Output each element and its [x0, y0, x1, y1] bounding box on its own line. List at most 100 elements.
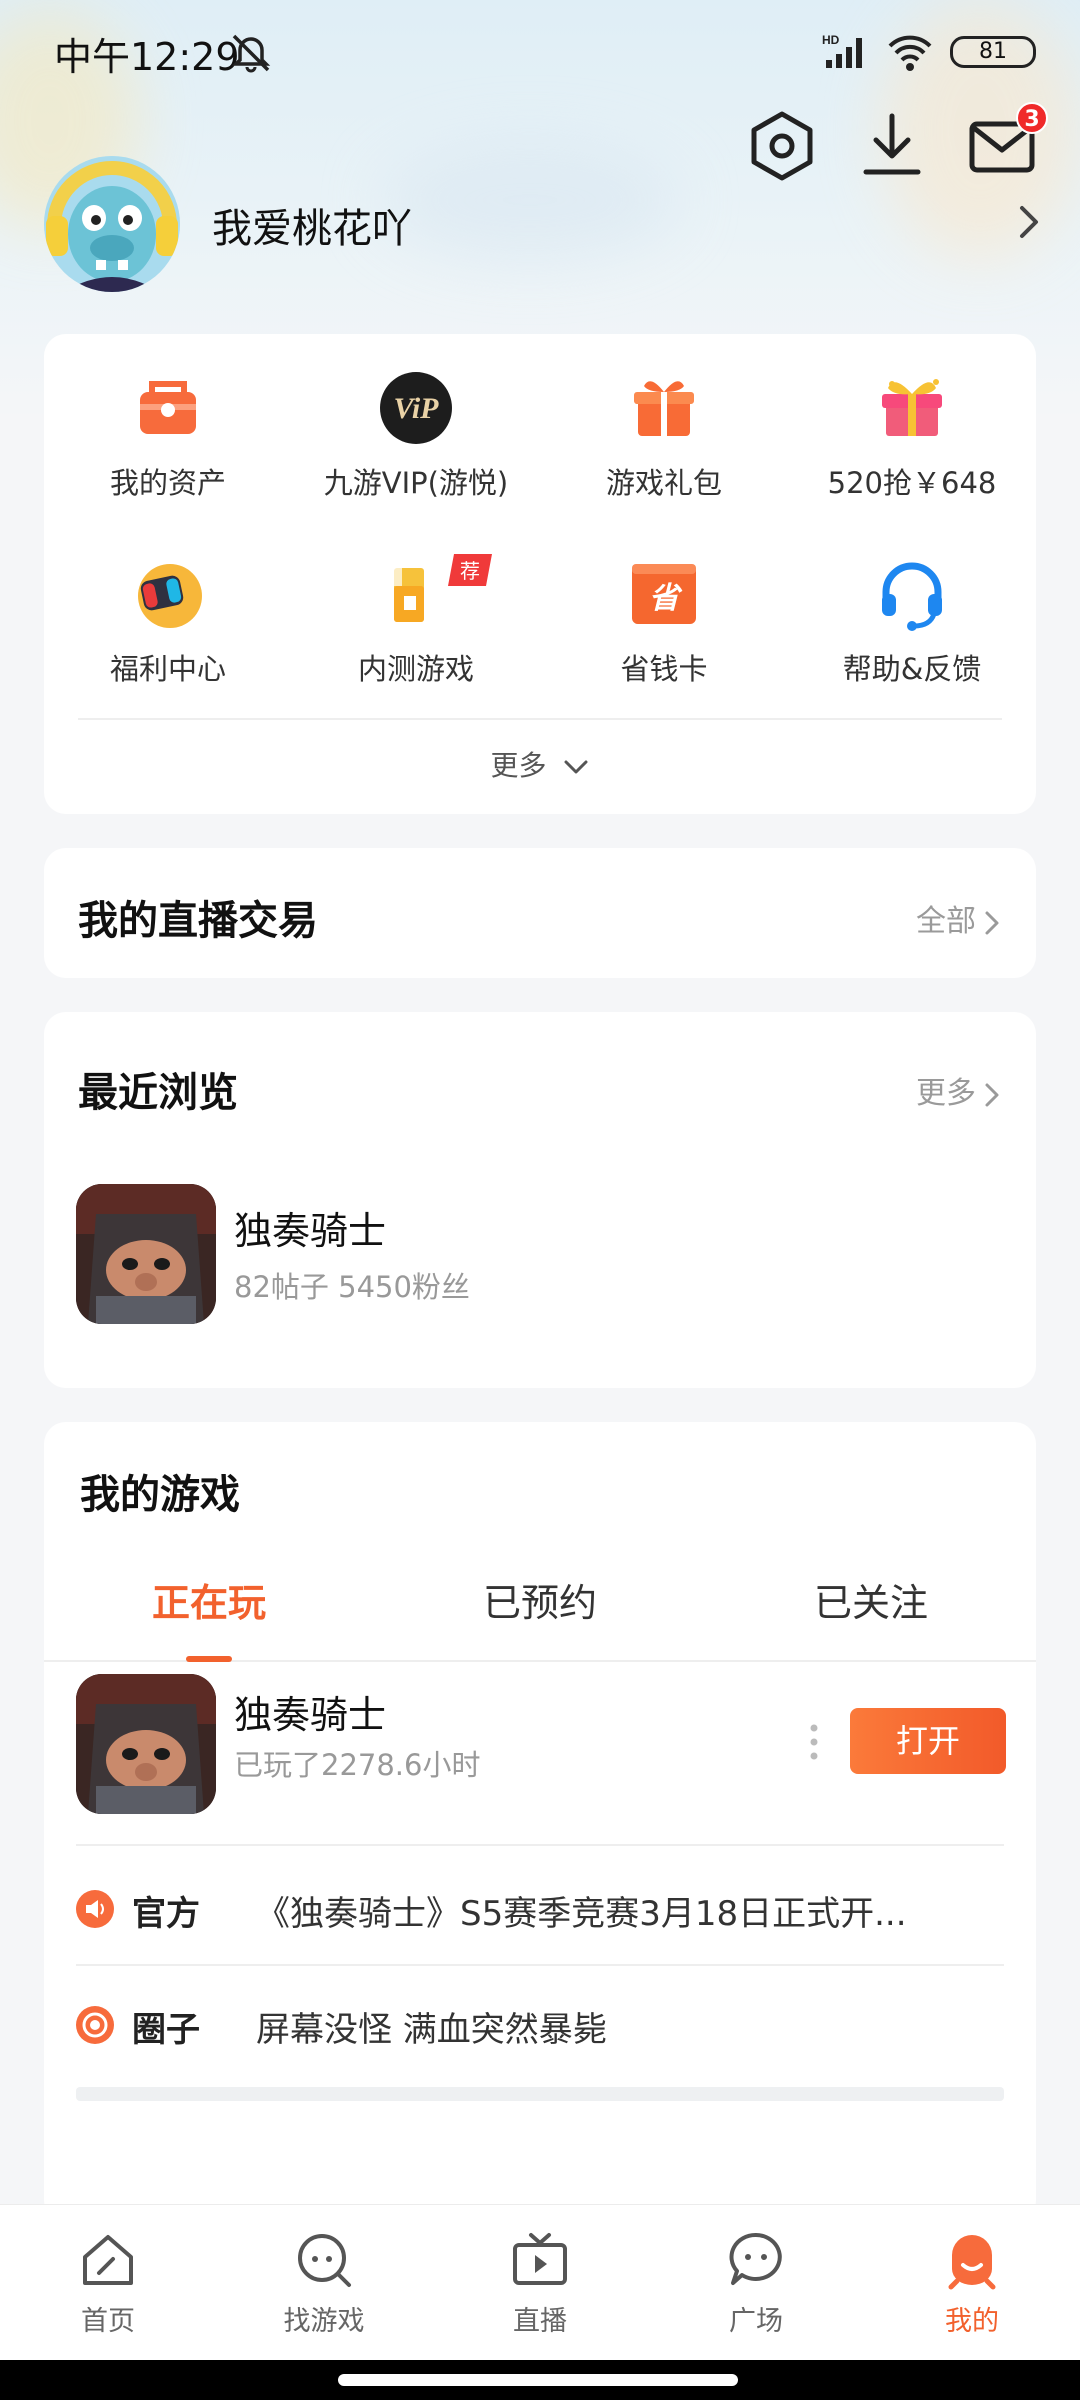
saving-card-text: 省	[649, 581, 683, 616]
username[interactable]: 我爱桃花吖	[212, 196, 412, 254]
nav-label: 直播	[513, 2306, 567, 2337]
home-indicator[interactable]	[338, 2374, 738, 2386]
grid-more-label: 更多	[490, 749, 547, 782]
official-feed-row[interactable]: 官方 《独奏骑士》S5赛季竞赛3月18日正式开...	[76, 1880, 1004, 1940]
chevron-right-icon	[985, 911, 999, 934]
welfare-center-item[interactable]: 福利中心	[44, 556, 292, 706]
grid-label: 游戏礼包	[605, 466, 722, 500]
playing-game-name[interactable]: 独奏骑士	[234, 1684, 386, 1739]
nav-live[interactable]: 直播	[470, 2229, 610, 2338]
divider	[76, 1844, 1004, 1846]
open-game-button[interactable]: 打开	[850, 1708, 1006, 1774]
find-game-icon	[298, 2234, 351, 2287]
profile-icon	[948, 2235, 996, 2290]
tab-indicator	[186, 1656, 232, 1662]
beta-game-icon	[394, 568, 424, 622]
grid-label: 九游VIP(游悦)	[323, 466, 509, 500]
help-feedback-item[interactable]: 帮助&反馈	[788, 556, 1036, 706]
nav-label: 找游戏	[283, 2306, 365, 2337]
grid-label: 内测游戏	[357, 652, 474, 686]
live-tv-icon	[513, 2233, 567, 2285]
mail-badge: 3	[1016, 102, 1048, 134]
live-trade-title: 我的直播交易	[78, 898, 318, 944]
svg-text:ViP: ViP	[393, 392, 439, 425]
monster-avatar-icon	[44, 156, 180, 292]
battery-icon: 81	[950, 36, 1036, 68]
feed-text: 《独奏骑士》S5赛季竞赛3月18日正式开...	[256, 1894, 907, 1934]
chevron-down-icon	[564, 760, 588, 774]
gesture-bar	[0, 2360, 1080, 2400]
nav-find-game[interactable]: 找游戏	[254, 2229, 394, 2338]
gift-box-icon	[634, 381, 694, 436]
nav-home[interactable]: 首页	[38, 2229, 178, 2338]
square-chat-icon	[729, 2232, 782, 2285]
recent-title: 最近浏览	[78, 1070, 238, 1116]
recent-game-name[interactable]: 独奏骑士	[234, 1200, 386, 1255]
quick-access-card: 我的资产 ViP 九游VIP(游悦) 游戏礼包 520抢￥648 福利中心 荐 …	[44, 334, 1036, 814]
knight-game-icon	[76, 1674, 216, 1814]
nav-label: 广场	[729, 2306, 783, 2337]
nav-me[interactable]: 我的	[902, 2229, 1042, 2338]
playing-game-icon[interactable]	[76, 1674, 216, 1814]
playing-game-time: 已玩了2278.6小时	[234, 1748, 481, 1782]
grid-label: 帮助&反馈	[842, 652, 982, 686]
recent-game-stats: 82帖子 5450粉丝	[234, 1270, 470, 1304]
link-label: 更多	[916, 1076, 976, 1111]
grid-label: 福利中心	[109, 652, 226, 686]
nav-label: 我的	[945, 2306, 999, 2337]
grid-label: 省钱卡	[620, 652, 708, 686]
speaker-icon	[76, 1890, 114, 1928]
headset-icon	[882, 562, 942, 631]
feed-text: 屏幕没怪 满血突然暴毙	[256, 2010, 607, 2050]
wallet-icon	[140, 381, 196, 434]
wifi-icon	[888, 35, 932, 71]
signal-hd-label: HD	[822, 33, 840, 47]
live-trade-card[interactable]: 我的直播交易 全部	[44, 848, 1036, 978]
my-assets-item[interactable]: 我的资产	[44, 370, 292, 520]
saving-card-item[interactable]: 省 省钱卡	[540, 556, 788, 706]
grid-label: 我的资产	[109, 466, 226, 500]
home-icon	[83, 2235, 133, 2285]
tab-reserved[interactable]: 已预约	[375, 1572, 705, 1627]
circle-icon	[76, 2006, 114, 2044]
link-label: 全部	[916, 904, 976, 939]
status-time: 中午12:29	[54, 35, 240, 79]
settings-hex-icon[interactable]	[744, 108, 820, 184]
nav-label: 首页	[81, 2306, 135, 2337]
game-gift-item[interactable]: 游戏礼包	[540, 370, 788, 520]
knight-game-icon	[76, 1184, 216, 1324]
tab-playing[interactable]: 正在玩	[44, 1572, 374, 1627]
my-games-card: 我的游戏 正在玩 已预约 已关注 独奏骑士 已玩了2278.6小时 打开 官方 …	[44, 1422, 1036, 2222]
beta-game-item[interactable]: 荐 内测游戏	[292, 554, 540, 706]
present-icon	[882, 379, 942, 436]
recent-game-icon[interactable]	[76, 1184, 216, 1324]
recommend-badge-text: 荐	[460, 559, 480, 583]
avatar[interactable]	[44, 156, 180, 292]
vip-icon: ViP	[380, 372, 452, 444]
nav-square[interactable]: 广场	[686, 2229, 826, 2338]
grid-label: 520抢￥648	[827, 466, 997, 500]
recommend-badge: 荐	[448, 554, 492, 586]
live-trade-all-link[interactable]: 全部	[916, 896, 1000, 940]
chevron-right-icon[interactable]	[1016, 202, 1044, 242]
divider	[78, 718, 1002, 720]
grid-more-button[interactable]: 更多	[44, 744, 1036, 784]
download-icon[interactable]	[854, 108, 930, 184]
circle-feed-row[interactable]: 圈子 屏幕没怪 满血突然暴毙	[76, 1996, 1004, 2056]
more-vert-icon[interactable]	[808, 1722, 820, 1762]
my-games-tabs: 正在玩 已预约 已关注	[44, 1552, 1036, 1662]
welfare-icon	[138, 564, 202, 628]
feed-tag: 圈子	[132, 2010, 200, 2050]
chevron-right-icon	[985, 1083, 999, 1106]
mute-icon	[231, 34, 271, 73]
recent-more-link[interactable]: 更多	[916, 1068, 1000, 1112]
status-bar: 中午12:29 HD 81	[0, 0, 1080, 100]
bottom-nav: 首页 找游戏 直播 广场 我的	[0, 2204, 1080, 2360]
recent-browse-card: 最近浏览 更多 独奏骑士 82帖子 5450粉丝	[44, 1012, 1036, 1388]
promo-item[interactable]: 520抢￥648	[788, 370, 1036, 520]
loading-placeholder	[76, 2087, 1004, 2101]
vip-item[interactable]: ViP 九游VIP(游悦)	[292, 370, 540, 520]
tab-followed[interactable]: 已关注	[706, 1572, 1036, 1627]
my-games-title: 我的游戏	[80, 1472, 240, 1518]
saving-card-icon: 省	[632, 564, 696, 624]
